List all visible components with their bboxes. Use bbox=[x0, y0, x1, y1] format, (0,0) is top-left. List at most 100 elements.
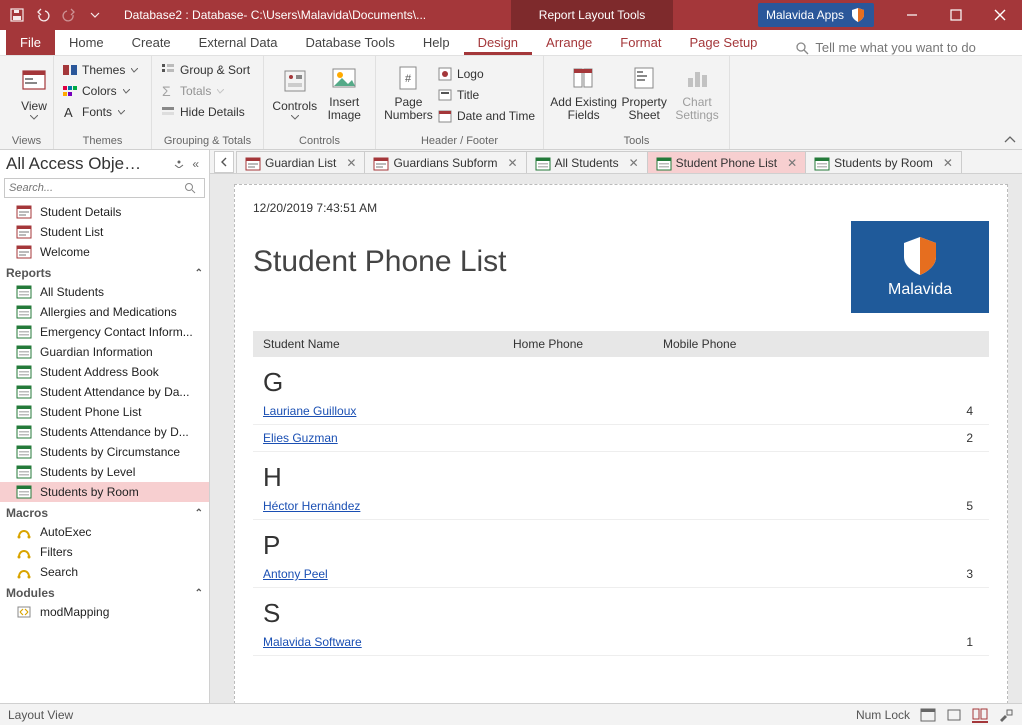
nav-form-item[interactable]: Welcome bbox=[0, 242, 209, 262]
nav-report-item[interactable]: Emergency Contact Inform... bbox=[0, 322, 209, 342]
view-report-icon[interactable] bbox=[920, 708, 936, 722]
report-logo[interactable]: Malavida bbox=[851, 221, 989, 313]
student-link[interactable]: Antony Peel bbox=[263, 567, 513, 581]
status-numlock: Num Lock bbox=[856, 708, 910, 722]
menu-tab-page-setup[interactable]: Page Setup bbox=[675, 30, 771, 55]
form-icon bbox=[16, 245, 32, 259]
close-icon[interactable]: ✕ bbox=[508, 156, 518, 170]
view-design-icon[interactable] bbox=[998, 708, 1014, 722]
nav-report-item[interactable]: Student Phone List bbox=[0, 402, 209, 422]
nav-report-item[interactable]: Students by Circumstance bbox=[0, 442, 209, 462]
nav-module-item[interactable]: modMapping bbox=[0, 602, 209, 622]
nav-report-item[interactable]: Students by Room bbox=[0, 482, 209, 502]
title-bar: Database2 : Database- C:\Users\Malavida\… bbox=[0, 0, 1022, 30]
close-icon[interactable]: ✕ bbox=[943, 156, 953, 170]
nav-category[interactable]: Macros⌃ bbox=[0, 502, 209, 522]
menu-tab-arrange[interactable]: Arrange bbox=[532, 30, 606, 55]
form-icon bbox=[16, 205, 32, 219]
controls-icon bbox=[279, 65, 311, 97]
chevron-down-icon bbox=[30, 115, 38, 120]
nav-form-item[interactable]: Student Details bbox=[0, 202, 209, 222]
nav-report-item[interactable]: Guardian Information bbox=[0, 342, 209, 362]
doc-tab[interactable]: Guardian List✕ bbox=[236, 151, 365, 173]
close-icon[interactable]: ✕ bbox=[346, 156, 356, 170]
date-time-button[interactable]: Date and Time bbox=[435, 106, 537, 126]
shield-icon bbox=[900, 235, 940, 277]
nav-collapse-icon[interactable]: « bbox=[188, 157, 203, 171]
fonts-button[interactable]: AFonts bbox=[60, 102, 145, 122]
insert-image-button[interactable]: Insert Image bbox=[320, 60, 370, 124]
nav-report-item[interactable]: Student Address Book bbox=[0, 362, 209, 382]
doc-tab[interactable]: Students by Room✕ bbox=[805, 151, 962, 173]
nav-report-item[interactable]: All Students bbox=[0, 282, 209, 302]
colors-button[interactable]: Colors bbox=[60, 81, 145, 101]
group-sort-button[interactable]: Group & Sort bbox=[158, 60, 257, 80]
logo-text: Malavida bbox=[888, 281, 952, 299]
nav-title[interactable]: All Access Obje… bbox=[6, 154, 170, 174]
quick-access-toolbar bbox=[0, 4, 112, 26]
file-tab[interactable]: File bbox=[6, 30, 55, 55]
redo-icon[interactable] bbox=[58, 4, 80, 26]
nav-form-item[interactable]: Student List bbox=[0, 222, 209, 242]
macro-icon bbox=[16, 525, 32, 539]
themes-button[interactable]: Themes bbox=[60, 60, 145, 80]
controls-button[interactable]: Controls bbox=[270, 60, 320, 124]
nav-category[interactable]: Modules⌃ bbox=[0, 582, 209, 602]
report-title[interactable]: Student Phone List bbox=[253, 245, 507, 279]
sigma-icon: Σ bbox=[160, 83, 176, 99]
property-sheet-button[interactable]: Property Sheet bbox=[617, 60, 671, 124]
close-icon[interactable]: ✕ bbox=[629, 156, 639, 170]
hide-details-button[interactable]: Hide Details bbox=[158, 102, 257, 122]
student-link[interactable]: Elies Guzman bbox=[263, 431, 513, 445]
doc-tab[interactable]: Student Phone List✕ bbox=[647, 151, 806, 173]
nav-search[interactable] bbox=[4, 178, 205, 198]
totals-button[interactable]: ΣTotals bbox=[158, 81, 257, 101]
nav-dropdown-icon[interactable] bbox=[170, 160, 188, 168]
menu-tab-database-tools[interactable]: Database Tools bbox=[291, 30, 408, 55]
menu-tab-design[interactable]: Design bbox=[464, 30, 532, 55]
maximize-button[interactable] bbox=[934, 0, 978, 30]
menu-tab-home[interactable]: Home bbox=[55, 30, 118, 55]
nav-report-item[interactable]: Student Attendance by Da... bbox=[0, 382, 209, 402]
menu-tab-create[interactable]: Create bbox=[118, 30, 185, 55]
student-link[interactable]: Héctor Hernández bbox=[263, 499, 513, 513]
minimize-button[interactable] bbox=[890, 0, 934, 30]
controls-group-label: Controls bbox=[270, 133, 369, 147]
nav-macro-item[interactable]: Filters bbox=[0, 542, 209, 562]
collapse-ribbon-icon[interactable] bbox=[1004, 135, 1016, 145]
menu-tab-help[interactable]: Help bbox=[409, 30, 464, 55]
nav-macro-item[interactable]: Search bbox=[0, 562, 209, 582]
nav-category[interactable]: Reports⌃ bbox=[0, 262, 209, 282]
nav-report-item[interactable]: Students Attendance by D... bbox=[0, 422, 209, 442]
view-icon bbox=[18, 65, 50, 97]
nav-report-item[interactable]: Allergies and Medications bbox=[0, 302, 209, 322]
student-link[interactable]: Malavida Software bbox=[263, 635, 513, 649]
doc-tab[interactable]: Guardians Subform✕ bbox=[364, 151, 526, 173]
close-icon[interactable]: ✕ bbox=[787, 156, 797, 170]
nav-toggle-icon[interactable] bbox=[214, 151, 234, 173]
nav-report-item[interactable]: Students by Level bbox=[0, 462, 209, 482]
menu-tab-external-data[interactable]: External Data bbox=[185, 30, 292, 55]
doc-tab[interactable]: All Students✕ bbox=[526, 151, 648, 173]
student-link[interactable]: Lauriane Guilloux bbox=[263, 404, 513, 418]
logo-button[interactable]: Logo bbox=[435, 64, 537, 84]
qat-more-icon[interactable] bbox=[84, 4, 106, 26]
tell-me[interactable]: Tell me what you want to do bbox=[795, 40, 975, 55]
menu-tab-format[interactable]: Format bbox=[606, 30, 675, 55]
app-badge[interactable]: Malavida Apps bbox=[758, 3, 874, 27]
themes-icon bbox=[62, 62, 78, 78]
add-fields-button[interactable]: Add Existing Fields bbox=[550, 60, 617, 124]
ribbon: View Views Themes Colors AFonts Themes G… bbox=[0, 56, 1022, 150]
close-button[interactable] bbox=[978, 0, 1022, 30]
view-layout-icon[interactable] bbox=[972, 707, 988, 723]
window-title: Database2 : Database- C:\Users\Malavida\… bbox=[124, 8, 426, 22]
search-icon[interactable] bbox=[184, 182, 204, 194]
save-icon[interactable] bbox=[6, 4, 28, 26]
chart-settings-button[interactable]: Chart Settings bbox=[671, 60, 723, 124]
page-numbers-button[interactable]: # Page Numbers bbox=[382, 60, 435, 124]
view-print-icon[interactable] bbox=[946, 708, 962, 722]
search-input[interactable] bbox=[5, 182, 184, 194]
undo-icon[interactable] bbox=[32, 4, 54, 26]
title-button[interactable]: Title bbox=[435, 85, 537, 105]
nav-macro-item[interactable]: AutoExec bbox=[0, 522, 209, 542]
